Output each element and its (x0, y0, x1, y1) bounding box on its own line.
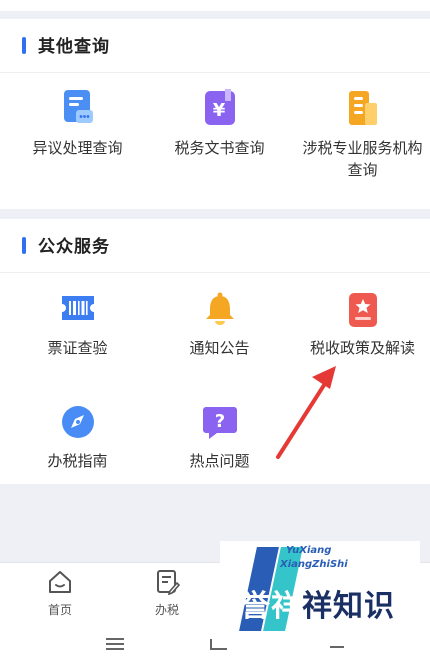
tax-guide-label: 办税指南 (47, 452, 108, 470)
tab-tax-label: 办税 (154, 603, 179, 617)
back-nav-icon[interactable] (326, 635, 348, 653)
question-bubble-icon: ? (202, 407, 237, 439)
watermark-main-text: 誉祥祥知识 (240, 581, 395, 625)
bell-icon (205, 292, 234, 325)
other-query-section: 其他查询 异议处理查询 ¥ 税务文书查询 涉税专业服务机构 查询 (0, 19, 430, 209)
watermark-main-part1: 誉祥 (240, 589, 302, 624)
ticket-barcode-icon (61, 296, 94, 320)
watermark-line2: XiangZhiShi (280, 559, 348, 570)
tax-document-yen-icon: ¥ (204, 89, 235, 125)
watermark-logo: YuXiang XiangZhiShi 誉祥祥知识 (220, 541, 420, 637)
service-agency-building-icon (348, 91, 377, 125)
compass-icon (61, 406, 94, 438)
other-query-title: 其他查询 (38, 37, 110, 57)
ticket-verify-label: 票证查验 (47, 339, 108, 357)
watermark-main-part2: 祥知识 (302, 589, 395, 624)
menu-nav-icon[interactable] (104, 635, 126, 653)
public-service-title: 公众服务 (38, 237, 110, 257)
top-card-strip (0, 0, 430, 11)
hot-questions-label: 热点问题 (189, 452, 250, 470)
other-query-header: 其他查询 (0, 19, 430, 73)
svg-text:¥: ¥ (212, 100, 225, 121)
public-service-section: 公众服务 票证查验 通知公告 税收政策及解读 办税指南 ? 热点问题 (0, 219, 430, 484)
tax-policy-label: 税收政策及解读 (309, 339, 415, 357)
tab-home[interactable]: 首页 (30, 569, 90, 618)
tax-document-query-label: 税务文书查询 (174, 139, 265, 157)
svg-text:?: ? (214, 411, 224, 432)
section-accent-bar (22, 237, 26, 254)
public-service-header: 公众服务 (0, 219, 430, 273)
section-accent-bar (22, 37, 26, 54)
watermark-line1: YuXiang (286, 545, 332, 556)
edit-document-icon (157, 570, 181, 596)
objection-query-label: 异议处理查询 (32, 139, 123, 157)
home-icon (49, 571, 71, 593)
objection-document-icon (63, 90, 93, 123)
service-agency-query-label-line1: 涉税专业服务机构 (302, 139, 423, 157)
tab-home-label: 首页 (47, 603, 72, 617)
service-agency-query-label-line2: 查询 (347, 161, 378, 179)
policy-star-document-icon (348, 293, 377, 327)
notice-announcement-label: 通知公告 (189, 339, 250, 357)
tab-tax[interactable]: 办税 (137, 569, 197, 618)
home-nav-icon[interactable] (207, 635, 231, 653)
